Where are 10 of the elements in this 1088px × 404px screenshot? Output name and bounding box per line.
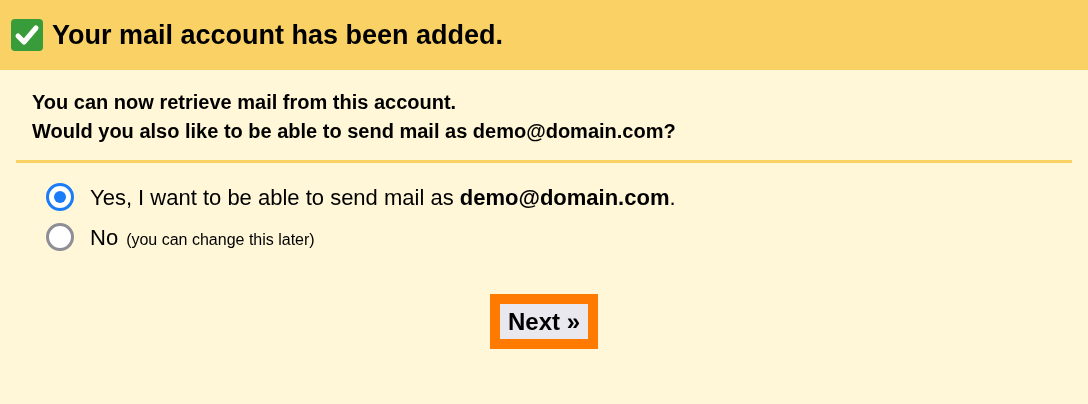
header-title: Your mail account has been added. [52,18,504,52]
checkmark-icon [10,18,44,52]
option-label: No [90,223,119,252]
radio-button[interactable] [46,223,74,251]
option-label: Yes, I want to be able to send mail as demo@domain.com. [90,183,676,212]
radio-button[interactable] [46,183,74,211]
intro-text: Would you also like to be able to send mail as demo@domain.com? [32,119,677,144]
intro-text: You can now retrieve mail from this account. [32,90,458,115]
option-hint: (you can change this later) [126,229,315,250]
next-button[interactable]: Next » [489,294,598,350]
